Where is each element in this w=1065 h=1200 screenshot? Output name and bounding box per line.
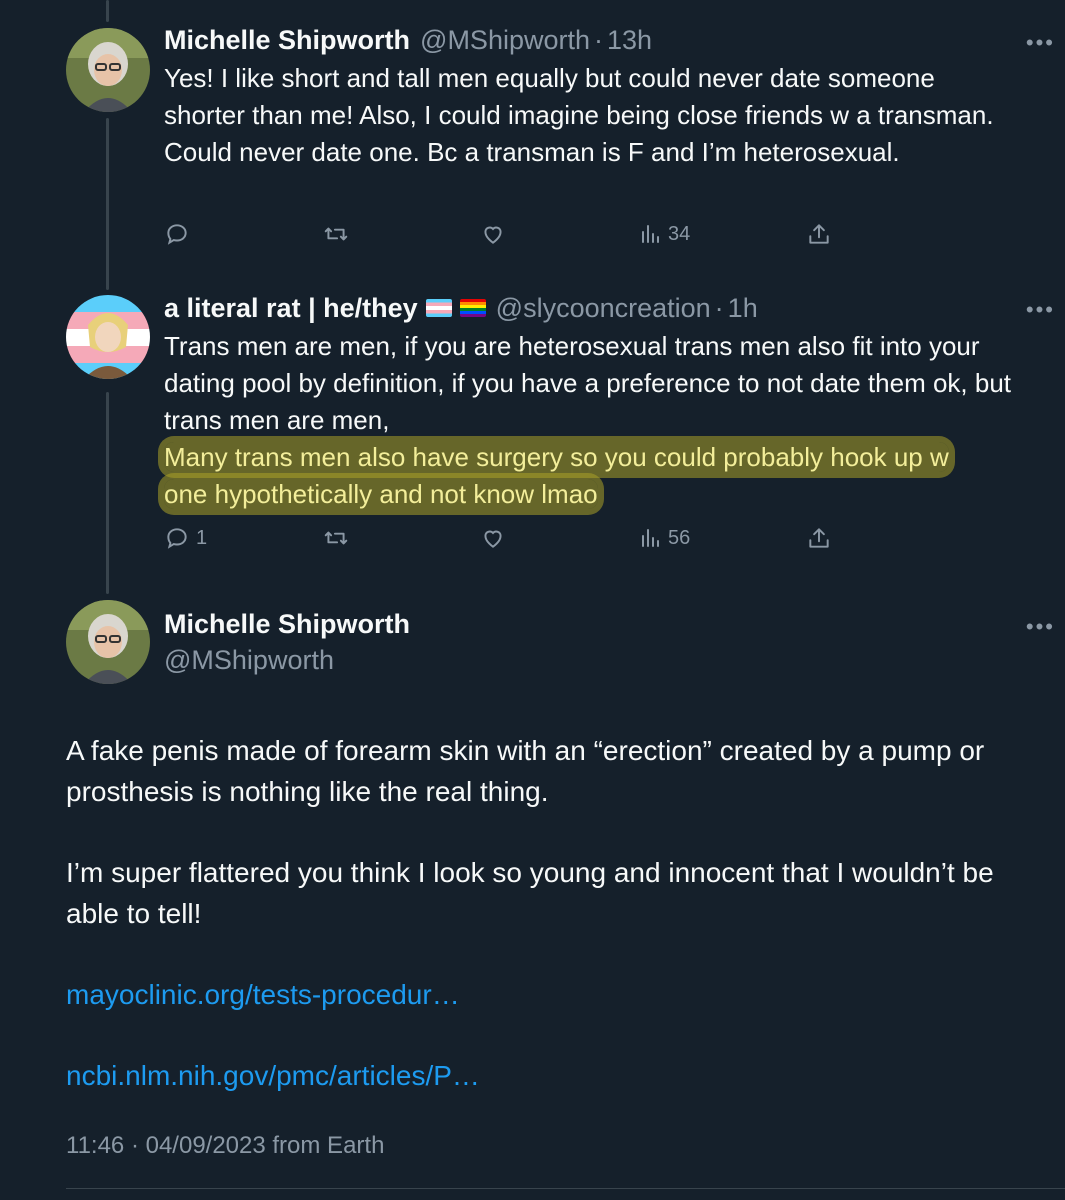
like-icon — [484, 530, 502, 548]
views-count: 56 — [668, 526, 691, 549]
retweet-icon — [324, 227, 348, 241]
more-icon[interactable]: ••• — [1026, 297, 1055, 323]
avatar[interactable] — [66, 295, 150, 379]
like-button[interactable] — [480, 525, 638, 551]
views-button[interactable]: 56 — [638, 526, 806, 550]
tweet-timestamp[interactable]: 11:46 · 04/09/2023 from Earth — [66, 1132, 384, 1160]
avatar[interactable] — [66, 600, 150, 684]
link-ncbi[interactable]: ncbi.nlm.nih.gov/pmc/articles/P… — [66, 1060, 480, 1091]
avatar[interactable] — [66, 28, 150, 112]
thread-line-1 — [106, 118, 109, 290]
reply-icon — [167, 224, 187, 245]
separator-dot: · — [714, 293, 724, 323]
author-name[interactable]: Michelle Shipworth — [164, 606, 410, 642]
timestamp[interactable]: 13h — [607, 22, 652, 58]
paragraph: I’m super flattered you think I look so … — [66, 857, 994, 929]
action-bar: 1 56 — [164, 518, 844, 558]
thread-line-top — [106, 0, 109, 22]
reply-count: 1 — [196, 526, 208, 549]
like-icon — [484, 226, 502, 244]
author-name[interactable]: a literal rat | he/they — [164, 290, 418, 326]
main-tweet-text: A fake penis made of forearm skin with a… — [66, 730, 1025, 1136]
share-button[interactable] — [806, 525, 832, 551]
thread-line-2 — [106, 392, 109, 594]
reply-icon — [167, 528, 187, 549]
trans-flag-icon — [425, 299, 452, 317]
timestamp[interactable]: 1h — [728, 290, 758, 326]
like-button[interactable] — [480, 221, 638, 247]
highlighted-text-2: one hypothetically and not know lmao — [164, 479, 598, 509]
action-bar: 34 — [164, 214, 844, 254]
views-count: 34 — [668, 222, 691, 245]
tweet-text: Trans men are men, if you are heterosexu… — [164, 328, 1045, 513]
more-icon[interactable]: ••• — [1026, 614, 1055, 640]
retweet-button[interactable] — [322, 221, 480, 247]
reply-button[interactable] — [164, 221, 322, 247]
retweet-button[interactable] — [322, 525, 480, 551]
main-tweet-header[interactable]: Michelle Shipworth @MShipworth — [164, 606, 1045, 678]
views-button[interactable]: 34 — [638, 222, 806, 246]
rainbow-flag-icon — [459, 299, 486, 317]
share-icon — [809, 528, 829, 548]
reply-button[interactable]: 1 — [164, 525, 322, 551]
separator-dot: · — [594, 25, 603, 55]
link-mayoclinic[interactable]: mayoclinic.org/tests-procedur… — [66, 979, 460, 1010]
author-name[interactable]: Michelle Shipworth — [164, 22, 410, 58]
author-handle[interactable]: @slycooncreation — [496, 290, 711, 326]
retweet-icon — [324, 531, 348, 545]
share-icon — [809, 224, 829, 244]
tweet-text-plain: Trans men are men, if you are heterosexu… — [164, 331, 1012, 435]
paragraph: A fake penis made of forearm skin with a… — [66, 735, 985, 807]
reply-tweet-1[interactable]: Michelle Shipworth @MShipworth · 13h Yes… — [164, 22, 1045, 171]
author-handle[interactable]: @MShipworth — [164, 642, 334, 678]
highlighted-text-1: Many trans men also have surgery so you … — [164, 442, 949, 472]
tweet-text: Yes! I like short and tall men equally b… — [164, 63, 994, 167]
divider — [66, 1188, 1065, 1189]
views-icon — [642, 529, 659, 547]
author-handle[interactable]: @MShipworth — [420, 22, 590, 58]
more-icon[interactable]: ••• — [1026, 30, 1055, 56]
views-icon — [642, 225, 659, 243]
reply-tweet-2[interactable]: a literal rat | he/they @slycooncreation… — [164, 290, 1045, 513]
share-button[interactable] — [806, 221, 832, 247]
